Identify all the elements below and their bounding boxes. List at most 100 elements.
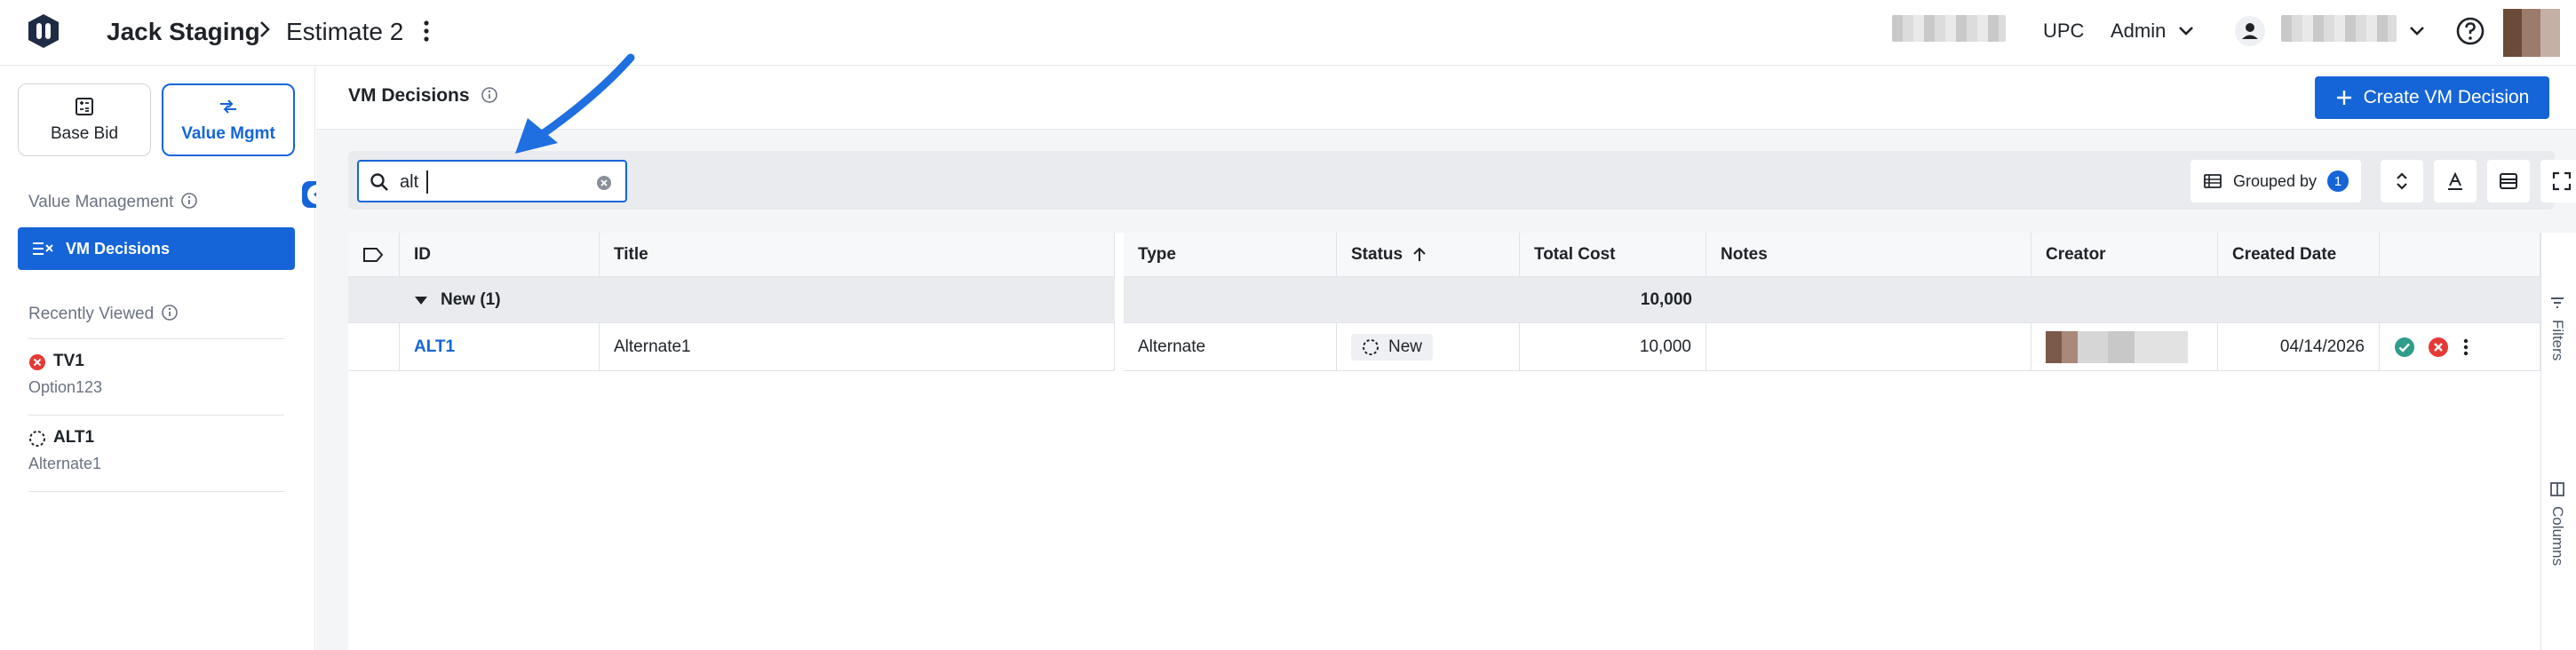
sort-ascending-icon[interactable]	[1411, 246, 1427, 264]
side-panel-tabs: Filters Columns	[2540, 233, 2576, 650]
page-header: VM Decisions Create VM Decision	[316, 66, 2576, 130]
more-vertical-icon[interactable]	[2461, 337, 2470, 358]
info-icon[interactable]	[481, 86, 498, 104]
table-row-notes-cell[interactable]	[1706, 323, 2031, 371]
value-mgmt-label: Value Mgmt	[181, 124, 275, 143]
table-row-type-cell[interactable]: Alternate	[1124, 323, 1337, 371]
table-row-creator-cell[interactable]	[2031, 323, 2218, 371]
chevron-down-icon[interactable]	[2407, 21, 2427, 41]
row-density-icon	[2500, 173, 2517, 189]
sidebar-item-vm-decisions[interactable]: VM Decisions	[18, 227, 295, 270]
search-value: alt	[400, 172, 419, 192]
grouped-by-button[interactable]: Grouped by 1	[2190, 160, 2361, 202]
info-icon[interactable]	[161, 304, 179, 321]
column-header-id[interactable]: ID	[400, 233, 600, 277]
clear-search-icon[interactable]	[595, 174, 613, 192]
create-button-label: Create VM Decision	[2363, 87, 2530, 107]
column-header-creator[interactable]: Creator	[2031, 233, 2218, 277]
info-icon[interactable]	[180, 192, 198, 210]
grid-toolbar: alt Grouped by 1	[348, 151, 2576, 210]
base-bid-button[interactable]: Base Bid	[18, 83, 151, 156]
calculator-icon	[76, 98, 93, 115]
column-header-actions	[2380, 233, 2540, 277]
plus-icon	[2336, 91, 2351, 105]
filters-tab[interactable]: Filters	[2548, 295, 2566, 361]
group-total-cost: 10,000	[1124, 277, 1706, 323]
sidebar: Base Bid Value Mgmt Value Management VM …	[0, 66, 332, 650]
fullscreen-button[interactable]	[2540, 160, 2576, 202]
annotation-arrow-icon	[515, 53, 635, 154]
recent-item-tv1[interactable]: TV1 Option123	[28, 339, 284, 416]
page-title: VM Decisions	[348, 85, 498, 107]
approve-icon[interactable]	[2394, 337, 2415, 358]
avatar[interactable]	[2503, 9, 2560, 57]
sidebar-item-label: VM Decisions	[66, 239, 171, 258]
grouped-by-label: Grouped by	[2233, 171, 2318, 190]
column-header-notes[interactable]: Notes	[1706, 233, 2031, 277]
fullscreen-icon	[2552, 171, 2572, 191]
text-format-icon	[2448, 171, 2462, 190]
group-rows-icon	[2204, 174, 2222, 188]
table-row-id-cell[interactable]: ALT1	[400, 323, 600, 371]
table-row-total-cost-cell[interactable]: 10,000	[1520, 323, 1706, 371]
column-header-total-cost[interactable]: Total Cost	[1520, 233, 1706, 277]
table-row-title-cell[interactable]: Alternate1	[600, 323, 1115, 371]
table-row-actions-cell	[2380, 323, 2540, 371]
breadcrumb-project[interactable]: Jack Staging	[107, 18, 260, 46]
create-vm-decision-button[interactable]: Create VM Decision	[2315, 76, 2549, 119]
role-selector[interactable]: Admin	[2111, 20, 2166, 43]
group-row-filler	[1706, 277, 2540, 323]
unfold-icon	[2397, 172, 2407, 190]
text-format-button[interactable]	[2434, 160, 2477, 202]
columns-tab[interactable]: Columns	[2548, 481, 2566, 566]
help-icon[interactable]	[2455, 16, 2485, 46]
new-status-icon	[1363, 338, 1379, 355]
grouped-by-count-badge: 1	[2327, 170, 2349, 192]
search-input[interactable]: alt	[357, 160, 627, 202]
column-header-status[interactable]: Status	[1337, 233, 1520, 277]
text-cursor	[426, 170, 428, 194]
main-content: VM Decisions Create VM Decision alt Grou…	[316, 66, 2576, 650]
list-check-icon	[33, 242, 53, 255]
status-badge: New	[1351, 333, 1434, 361]
top-bar: Jack Staging Estimate 2 UPC Admin	[0, 0, 2576, 66]
row-density-button[interactable]	[2487, 160, 2530, 202]
table-row-status-cell[interactable]: New	[1337, 323, 1520, 371]
redacted-company	[1892, 15, 2006, 42]
chevron-right-icon	[260, 21, 270, 37]
redacted-creator	[2046, 330, 2188, 363]
user-icon[interactable]	[2235, 16, 2265, 46]
row-tag-cell[interactable]	[348, 323, 400, 371]
recent-item-alt1[interactable]: ALT1 Alternate1	[28, 416, 284, 492]
caret-down-icon[interactable]	[414, 295, 428, 305]
group-label: New (1)	[441, 289, 501, 309]
chevron-down-icon[interactable]	[2176, 21, 2196, 41]
value-mgmt-button[interactable]: Value Mgmt	[162, 83, 295, 156]
label-tag-icon	[363, 247, 384, 262]
column-header-title[interactable]: Title	[600, 233, 1115, 277]
breadcrumb-estimate[interactable]: Estimate 2	[286, 18, 403, 46]
column-header-type[interactable]: Type	[1124, 233, 1337, 277]
search-icon	[370, 173, 388, 191]
table-row-created-date-cell[interactable]: 04/14/2026	[2218, 323, 2380, 371]
upc-label[interactable]: UPC	[2043, 20, 2084, 43]
expand-collapse-rows-button[interactable]	[2381, 160, 2423, 202]
reject-icon[interactable]	[2428, 337, 2449, 358]
base-bid-label: Base Bid	[50, 124, 119, 143]
value-management-heading: Value Management	[28, 192, 198, 212]
more-vertical-icon[interactable]	[419, 18, 433, 44]
columns-icon	[2550, 482, 2564, 496]
recent-item-id: TV1	[53, 352, 84, 370]
recently-viewed-heading: Recently Viewed	[28, 304, 179, 324]
column-header-created-date[interactable]: Created Date	[2218, 233, 2380, 277]
row-id-link[interactable]: ALT1	[414, 337, 455, 357]
recent-item-subtitle: Option123	[28, 378, 103, 396]
group-row-new[interactable]: New (1)	[400, 277, 1115, 323]
vm-decisions-grid: ID Title Type Status Total Cost Notes Cr…	[348, 233, 2576, 650]
recent-item-subtitle: Alternate1	[28, 455, 102, 472]
recent-item-id: ALT1	[53, 428, 95, 447]
filter-icon	[2551, 297, 2564, 308]
column-header-label-tag[interactable]	[348, 233, 400, 277]
app-logo-icon[interactable]	[25, 12, 62, 50]
group-row-spacer	[348, 277, 400, 323]
